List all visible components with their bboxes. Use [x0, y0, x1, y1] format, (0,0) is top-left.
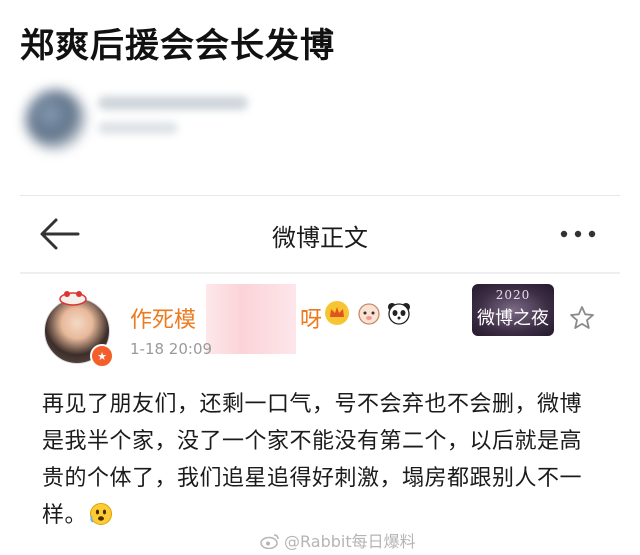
username-tail[interactable]: 呀: [300, 302, 322, 334]
username[interactable]: 作死模: [130, 302, 196, 334]
blurred-meta: [98, 122, 178, 134]
post-time: 1-18 20:09: [130, 340, 213, 358]
weibo-screenshot-card: 微博正文 ★ 作死模 呀 1-18 20:09 2020 微博之夜 再见了朋友们…: [20, 195, 620, 555]
event-year: 2020: [495, 288, 531, 302]
blurred-name: [98, 96, 248, 110]
watermark: @Rabbit每日爆料: [260, 528, 416, 552]
event-badge[interactable]: 2020 微博之夜: [472, 284, 554, 336]
post-content-text: 再见了朋友们，还剩一口气，号不会弃也不会删，微博是我半个家，没了一个家不能没有第…: [42, 392, 583, 528]
favorite-star-icon[interactable]: [568, 304, 596, 332]
weibo-logo-icon: [260, 534, 279, 549]
crown-badge-icon: [325, 301, 349, 325]
verified-badge-icon: ★: [90, 344, 114, 368]
author-avatar-wrap[interactable]: ★: [44, 288, 114, 368]
watermark-text: @Rabbit每日爆料: [284, 532, 416, 551]
animal-badge-icon: [358, 303, 380, 325]
cartoon-hat-icon: [59, 291, 87, 306]
more-options-icon[interactable]: [558, 224, 598, 244]
censor-mask: [206, 284, 296, 354]
page-title: 微博正文: [272, 224, 368, 252]
post-content: 再见了朋友们，还剩一口气，号不会弃也不会删，微博是我半个家，没了一个家不能没有第…: [42, 386, 602, 534]
panda-badge-icon: [388, 303, 410, 325]
blurred-author-info: [18, 84, 278, 154]
face-emoji-icon: [90, 503, 113, 525]
nav-bar: 微博正文: [20, 196, 620, 274]
headline: 郑爽后援会会长发博: [20, 26, 335, 66]
blurred-avatar: [26, 90, 86, 150]
event-name: 微博之夜: [477, 308, 549, 329]
